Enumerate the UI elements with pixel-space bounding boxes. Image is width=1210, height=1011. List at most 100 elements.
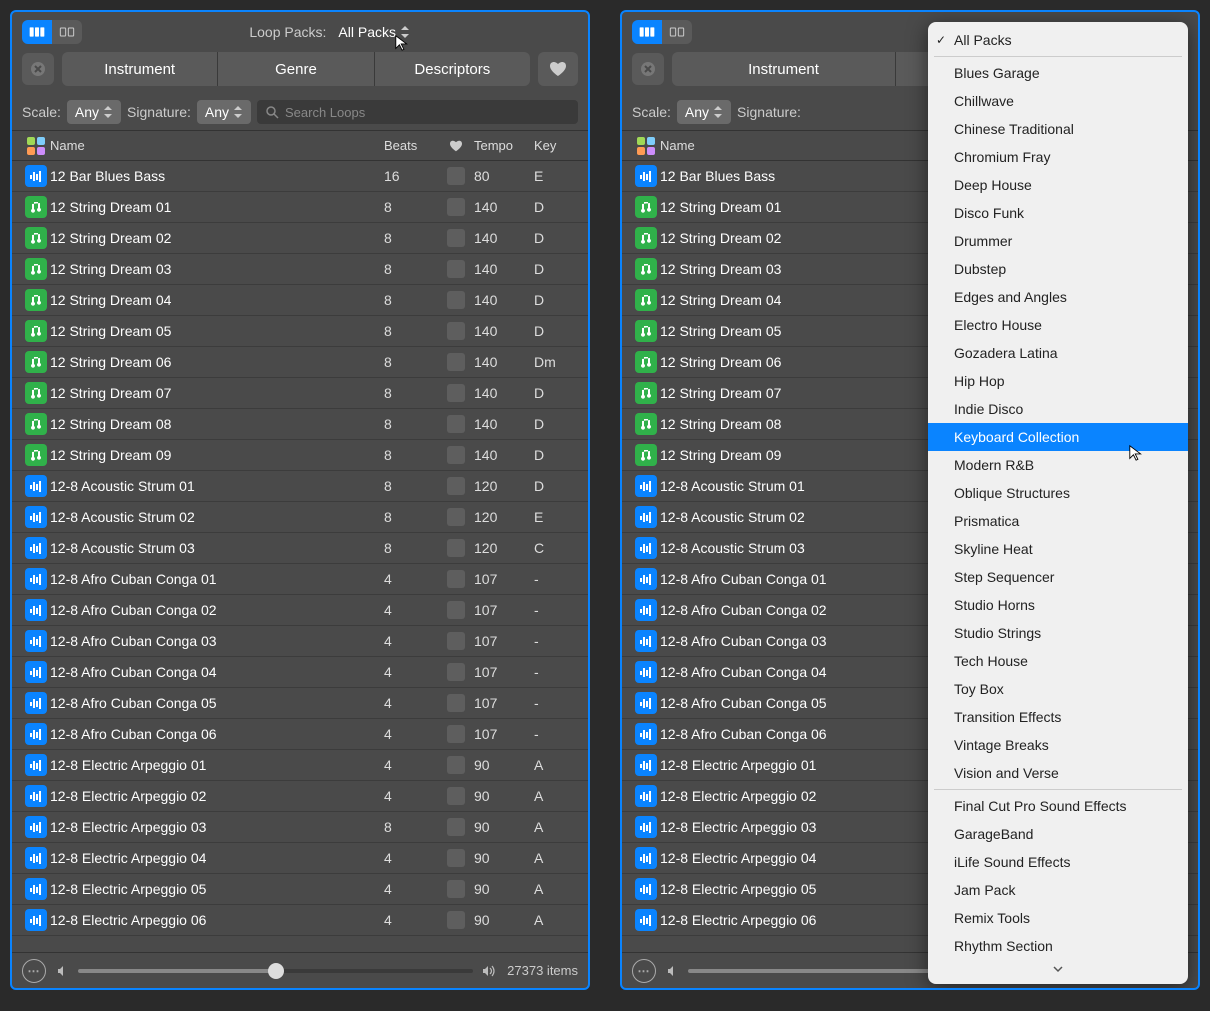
- menu-item[interactable]: Dubstep: [928, 255, 1188, 283]
- menu-item[interactable]: Modern R&B: [928, 451, 1188, 479]
- table-row[interactable]: 12-8 Electric Arpeggio 02490A: [12, 781, 588, 812]
- loop-favorite[interactable]: [438, 818, 474, 836]
- menu-item[interactable]: iLife Sound Effects: [928, 848, 1188, 876]
- category-icon-header[interactable]: [632, 137, 660, 155]
- menu-item[interactable]: Hip Hop: [928, 367, 1188, 395]
- loop-favorite[interactable]: [438, 198, 474, 216]
- table-row[interactable]: 12-8 Afro Cuban Conga 054107-: [12, 688, 588, 719]
- category-icon-header[interactable]: [22, 137, 50, 155]
- menu-item[interactable]: Transition Effects: [928, 703, 1188, 731]
- table-row[interactable]: 12 String Dream 098140D: [12, 440, 588, 471]
- loop-favorite[interactable]: [438, 632, 474, 650]
- tab-genre[interactable]: Genre: [218, 52, 374, 86]
- loop-favorite[interactable]: [438, 725, 474, 743]
- loop-list[interactable]: 12 Bar Blues Bass1680E12 String Dream 01…: [12, 161, 588, 952]
- loop-favorite[interactable]: [438, 849, 474, 867]
- favorites-button[interactable]: [538, 52, 578, 86]
- search-input[interactable]: [285, 105, 570, 120]
- column-tempo[interactable]: Tempo: [474, 138, 534, 153]
- table-row[interactable]: 12-8 Acoustic Strum 038120C: [12, 533, 588, 564]
- loop-favorite[interactable]: [438, 880, 474, 898]
- scale-dropdown[interactable]: Any: [67, 100, 121, 124]
- menu-item[interactable]: Deep House: [928, 171, 1188, 199]
- slider-thumb[interactable]: [268, 963, 284, 979]
- menu-item[interactable]: Studio Strings: [928, 619, 1188, 647]
- menu-more-indicator[interactable]: [928, 960, 1188, 980]
- loop-packs-menu[interactable]: All Packs Blues GarageChillwaveChinese Tr…: [928, 22, 1188, 984]
- grid-view-button[interactable]: [662, 20, 692, 44]
- menu-item[interactable]: All Packs: [928, 26, 1188, 54]
- loop-favorite[interactable]: [438, 694, 474, 712]
- menu-item[interactable]: Chillwave: [928, 87, 1188, 115]
- table-row[interactable]: 12-8 Afro Cuban Conga 024107-: [12, 595, 588, 626]
- loop-favorite[interactable]: [438, 384, 474, 402]
- menu-item[interactable]: Step Sequencer: [928, 563, 1188, 591]
- volume-slider[interactable]: [56, 964, 497, 978]
- menu-item[interactable]: Prismatica: [928, 507, 1188, 535]
- loop-packs-dropdown[interactable]: All Packs: [338, 24, 410, 40]
- menu-item[interactable]: Edges and Angles: [928, 283, 1188, 311]
- menu-item[interactable]: Remix Tools: [928, 904, 1188, 932]
- menu-item[interactable]: Rhythm Section: [928, 932, 1188, 960]
- column-view-button[interactable]: [22, 20, 52, 44]
- tab-descriptors[interactable]: Descriptors: [375, 52, 530, 86]
- loop-favorite[interactable]: [438, 322, 474, 340]
- column-name[interactable]: Name: [50, 138, 384, 153]
- loop-favorite[interactable]: [438, 167, 474, 185]
- table-row[interactable]: 12-8 Acoustic Strum 028120E: [12, 502, 588, 533]
- menu-item[interactable]: Chromium Fray: [928, 143, 1188, 171]
- grid-view-button[interactable]: [52, 20, 82, 44]
- view-mode-segmented[interactable]: [632, 20, 692, 44]
- loop-favorite[interactable]: [438, 229, 474, 247]
- column-key[interactable]: Key: [534, 138, 578, 153]
- table-row[interactable]: 12 String Dream 028140D: [12, 223, 588, 254]
- menu-item[interactable]: Chinese Traditional: [928, 115, 1188, 143]
- scale-dropdown[interactable]: Any: [677, 100, 731, 124]
- menu-item[interactable]: Disco Funk: [928, 199, 1188, 227]
- table-row[interactable]: 12-8 Electric Arpeggio 03890A: [12, 812, 588, 843]
- menu-item[interactable]: GarageBand: [928, 820, 1188, 848]
- table-row[interactable]: 12 Bar Blues Bass1680E: [12, 161, 588, 192]
- loop-favorite[interactable]: [438, 477, 474, 495]
- table-row[interactable]: 12 String Dream 048140D: [12, 285, 588, 316]
- view-mode-segmented[interactable]: [22, 20, 82, 44]
- table-row[interactable]: 12-8 Electric Arpeggio 05490A: [12, 874, 588, 905]
- menu-item[interactable]: Drummer: [928, 227, 1188, 255]
- loop-favorite[interactable]: [438, 911, 474, 929]
- search-loops[interactable]: [257, 100, 578, 124]
- menu-item[interactable]: Vision and Verse: [928, 759, 1188, 787]
- table-row[interactable]: 12 String Dream 058140D: [12, 316, 588, 347]
- table-row[interactable]: 12 String Dream 018140D: [12, 192, 588, 223]
- more-options-button[interactable]: ⋯: [632, 959, 656, 983]
- loop-favorite[interactable]: [438, 787, 474, 805]
- menu-item[interactable]: Blues Garage: [928, 59, 1188, 87]
- table-row[interactable]: 12-8 Acoustic Strum 018120D: [12, 471, 588, 502]
- loop-favorite[interactable]: [438, 663, 474, 681]
- table-row[interactable]: 12-8 Electric Arpeggio 04490A: [12, 843, 588, 874]
- menu-item[interactable]: Toy Box: [928, 675, 1188, 703]
- menu-item[interactable]: Vintage Breaks: [928, 731, 1188, 759]
- table-row[interactable]: 12-8 Afro Cuban Conga 014107-: [12, 564, 588, 595]
- table-row[interactable]: 12-8 Electric Arpeggio 06490A: [12, 905, 588, 936]
- table-row[interactable]: 12-8 Afro Cuban Conga 044107-: [12, 657, 588, 688]
- menu-item[interactable]: Gozadera Latina: [928, 339, 1188, 367]
- menu-item[interactable]: Jam Pack: [928, 876, 1188, 904]
- menu-item[interactable]: Indie Disco: [928, 395, 1188, 423]
- loop-favorite[interactable]: [438, 415, 474, 433]
- column-beats[interactable]: Beats: [384, 138, 438, 153]
- column-favorite[interactable]: [438, 140, 474, 152]
- menu-item[interactable]: Studio Horns: [928, 591, 1188, 619]
- loop-favorite[interactable]: [438, 539, 474, 557]
- loop-favorite[interactable]: [438, 508, 474, 526]
- clear-filters-button[interactable]: [22, 53, 54, 85]
- loop-favorite[interactable]: [438, 570, 474, 588]
- loop-favorite[interactable]: [438, 291, 474, 309]
- column-view-button[interactable]: [632, 20, 662, 44]
- tab-instrument[interactable]: Instrument: [62, 52, 218, 86]
- table-row[interactable]: 12 String Dream 078140D: [12, 378, 588, 409]
- table-row[interactable]: 12-8 Electric Arpeggio 01490A: [12, 750, 588, 781]
- more-options-button[interactable]: ⋯: [22, 959, 46, 983]
- table-row[interactable]: 12-8 Afro Cuban Conga 064107-: [12, 719, 588, 750]
- table-row[interactable]: 12 String Dream 068140Dm: [12, 347, 588, 378]
- table-row[interactable]: 12 String Dream 038140D: [12, 254, 588, 285]
